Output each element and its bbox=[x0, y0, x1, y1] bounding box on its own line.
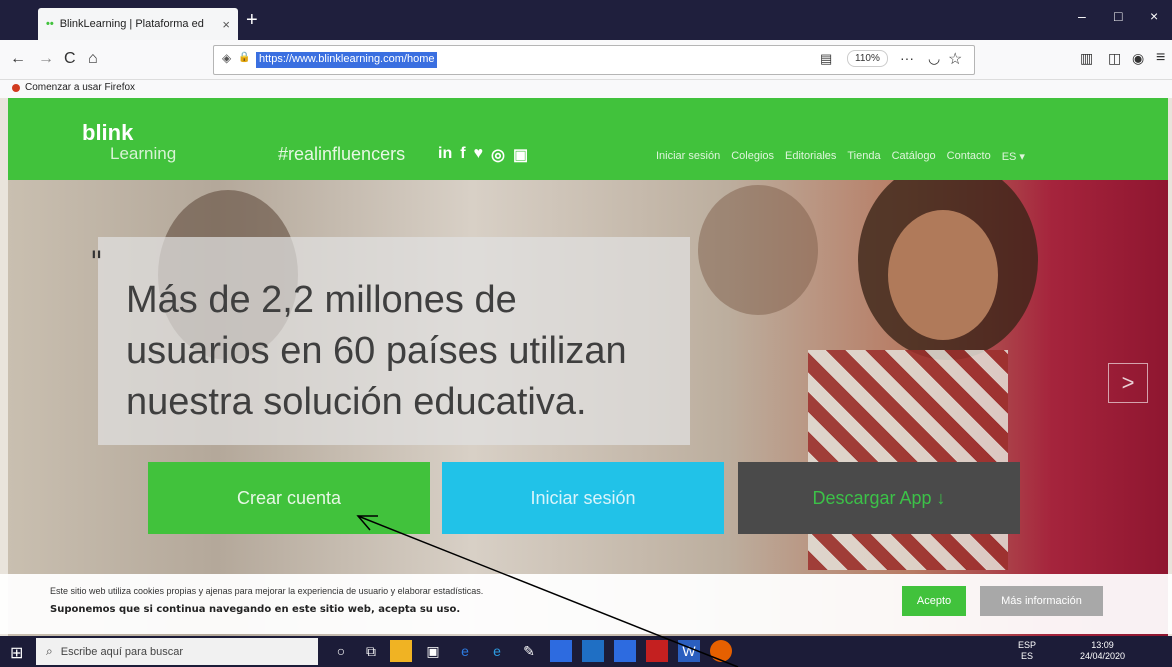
home-icon[interactable]: ⌂ bbox=[88, 50, 98, 68]
bookmark-star-icon[interactable]: ☆ bbox=[948, 49, 962, 69]
tab-title: BlinkLearning | Plataforma ed bbox=[59, 18, 204, 30]
browser-titlebar: •• BlinkLearning | Plataforma ed × + – □… bbox=[0, 0, 1172, 40]
quote-mark: " bbox=[90, 245, 103, 278]
hero-photo-face bbox=[888, 210, 998, 340]
bookmarks-bar: Comenzar a usar Firefox bbox=[0, 80, 1172, 98]
ie-icon[interactable]: e bbox=[486, 640, 508, 662]
twitter-icon[interactable]: ♥ bbox=[474, 145, 484, 165]
screen: •• BlinkLearning | Plataforma ed × + – □… bbox=[0, 0, 1172, 667]
menu-item-publishers[interactable]: Editoriales bbox=[785, 150, 836, 163]
library-icon[interactable]: ▥ bbox=[1080, 50, 1093, 67]
app-icon[interactable] bbox=[614, 640, 636, 662]
cortana-icon[interactable]: ○ bbox=[330, 640, 352, 662]
logo-subtext: Learning bbox=[110, 144, 177, 163]
menu-item-contact[interactable]: Contacto bbox=[947, 150, 991, 163]
blink-favicon-icon: •• bbox=[46, 18, 54, 30]
create-account-button[interactable]: Crear cuenta bbox=[148, 462, 430, 534]
sidebar-icon[interactable]: ◫ bbox=[1108, 50, 1121, 67]
clock-date: 24/04/2020 bbox=[1080, 651, 1126, 661]
taskbar-search[interactable]: ⌕ Escribe aquí para buscar bbox=[36, 638, 318, 665]
tray-region: ES bbox=[1021, 651, 1034, 661]
close-window-icon[interactable]: × bbox=[1150, 8, 1158, 24]
shield-icon[interactable]: ◈ bbox=[222, 51, 231, 65]
hero-photo-figure bbox=[698, 185, 818, 315]
task-view-icon[interactable]: ⧉ bbox=[360, 640, 382, 662]
more-info-button[interactable]: Más información bbox=[980, 586, 1103, 616]
app-icon[interactable] bbox=[550, 640, 572, 662]
download-app-button[interactable]: Descargar App ↓ bbox=[738, 462, 1020, 534]
facebook-icon[interactable]: f bbox=[460, 145, 465, 165]
clock-time: 13:09 bbox=[1091, 640, 1114, 650]
reload-icon[interactable]: C bbox=[64, 50, 76, 68]
youtube-icon[interactable]: ▣ bbox=[513, 145, 528, 165]
main-menu: Iniciar sesión Colegios Editoriales Tien… bbox=[656, 150, 1025, 163]
cookie-banner: Este sitio web utiliza cookies propias y… bbox=[0, 574, 1172, 634]
forward-icon[interactable]: → bbox=[38, 50, 54, 68]
linkedin-icon[interactable]: in bbox=[438, 145, 452, 165]
browser-tab[interactable]: •• BlinkLearning | Plataforma ed × bbox=[38, 8, 238, 40]
more-icon[interactable]: ··· bbox=[900, 50, 914, 66]
tab-close-icon[interactable]: × bbox=[222, 17, 230, 32]
word-icon[interactable]: W bbox=[678, 640, 700, 662]
search-icon: ⌕ bbox=[46, 644, 53, 658]
windows-start-icon[interactable]: ⊞ bbox=[10, 643, 23, 663]
account-icon[interactable]: ◉ bbox=[1132, 50, 1144, 67]
menu-item-catalog[interactable]: Catálogo bbox=[892, 150, 936, 163]
app-icon[interactable] bbox=[582, 640, 604, 662]
logo-text[interactable]: blink bbox=[82, 120, 133, 146]
back-icon[interactable]: ← bbox=[10, 50, 26, 68]
hamburger-menu-icon[interactable]: ≡ bbox=[1156, 49, 1165, 67]
login-button[interactable]: Iniciar sesión bbox=[442, 462, 724, 534]
firefox-icon bbox=[12, 83, 20, 92]
search-placeholder: Escribe aquí para buscar bbox=[60, 645, 184, 658]
app-icon[interactable] bbox=[646, 640, 668, 662]
firefox-icon[interactable] bbox=[710, 640, 732, 662]
lock-icon: 🔒 bbox=[238, 52, 251, 63]
cookie-text: Este sitio web utiliza cookies propias y… bbox=[50, 586, 484, 596]
instagram-icon[interactable]: ◎ bbox=[491, 145, 505, 165]
store-icon[interactable]: ▣ bbox=[422, 640, 444, 662]
menu-item-store[interactable]: Tienda bbox=[847, 150, 880, 163]
pocket-icon[interactable]: ◡ bbox=[928, 50, 940, 67]
tray-lang: ESP bbox=[1018, 640, 1037, 650]
minimize-icon[interactable]: – bbox=[1078, 8, 1086, 24]
language-selector[interactable]: ES ▾ bbox=[1002, 150, 1025, 163]
zoom-indicator[interactable]: 110% bbox=[847, 50, 888, 67]
file-explorer-icon[interactable] bbox=[390, 640, 412, 662]
hero-photo-shirt bbox=[808, 350, 1008, 570]
menu-item-login[interactable]: Iniciar sesión bbox=[656, 150, 720, 163]
cookie-consent-text: Suponemos que si continua navegando en e… bbox=[50, 604, 461, 615]
maximize-icon[interactable]: □ bbox=[1114, 8, 1122, 24]
edge-icon[interactable]: e bbox=[454, 640, 476, 662]
url-text[interactable]: https://www.blinklearning.com/home bbox=[256, 52, 438, 68]
accept-cookies-button[interactable]: Acepto bbox=[902, 586, 966, 616]
bookmark-item[interactable]: Comenzar a usar Firefox bbox=[12, 82, 135, 93]
site-header: blink Learning #realinfluencers in f ♥ ◎… bbox=[8, 98, 1168, 180]
system-tray[interactable]: ESP ES bbox=[1018, 640, 1036, 662]
web-page: blink Learning #realinfluencers in f ♥ ◎… bbox=[0, 98, 1172, 636]
hero-banner: " Más de 2,2 millones de usuarios en 60 … bbox=[8, 180, 1168, 636]
hero-headline: Más de 2,2 millones de usuarios en 60 pa… bbox=[126, 279, 627, 423]
clock[interactable]: 13:09 24/04/2020 bbox=[1080, 640, 1125, 662]
bookmark-label: Comenzar a usar Firefox bbox=[25, 82, 136, 93]
hashtag: #realinfluencers bbox=[278, 144, 406, 164]
slider-next-button[interactable]: > bbox=[1108, 363, 1148, 403]
new-tab-button[interactable]: + bbox=[246, 10, 258, 30]
app-icon[interactable]: ✎ bbox=[518, 640, 540, 662]
windows-taskbar: ⊞ ⌕ Escribe aquí para buscar ○ ⧉ ▣ e e ✎… bbox=[0, 636, 1172, 667]
reader-icon[interactable]: ▤ bbox=[820, 51, 832, 67]
social-links: in f ♥ ◎ ▣ bbox=[438, 145, 528, 165]
menu-item-schools[interactable]: Colegios bbox=[731, 150, 774, 163]
